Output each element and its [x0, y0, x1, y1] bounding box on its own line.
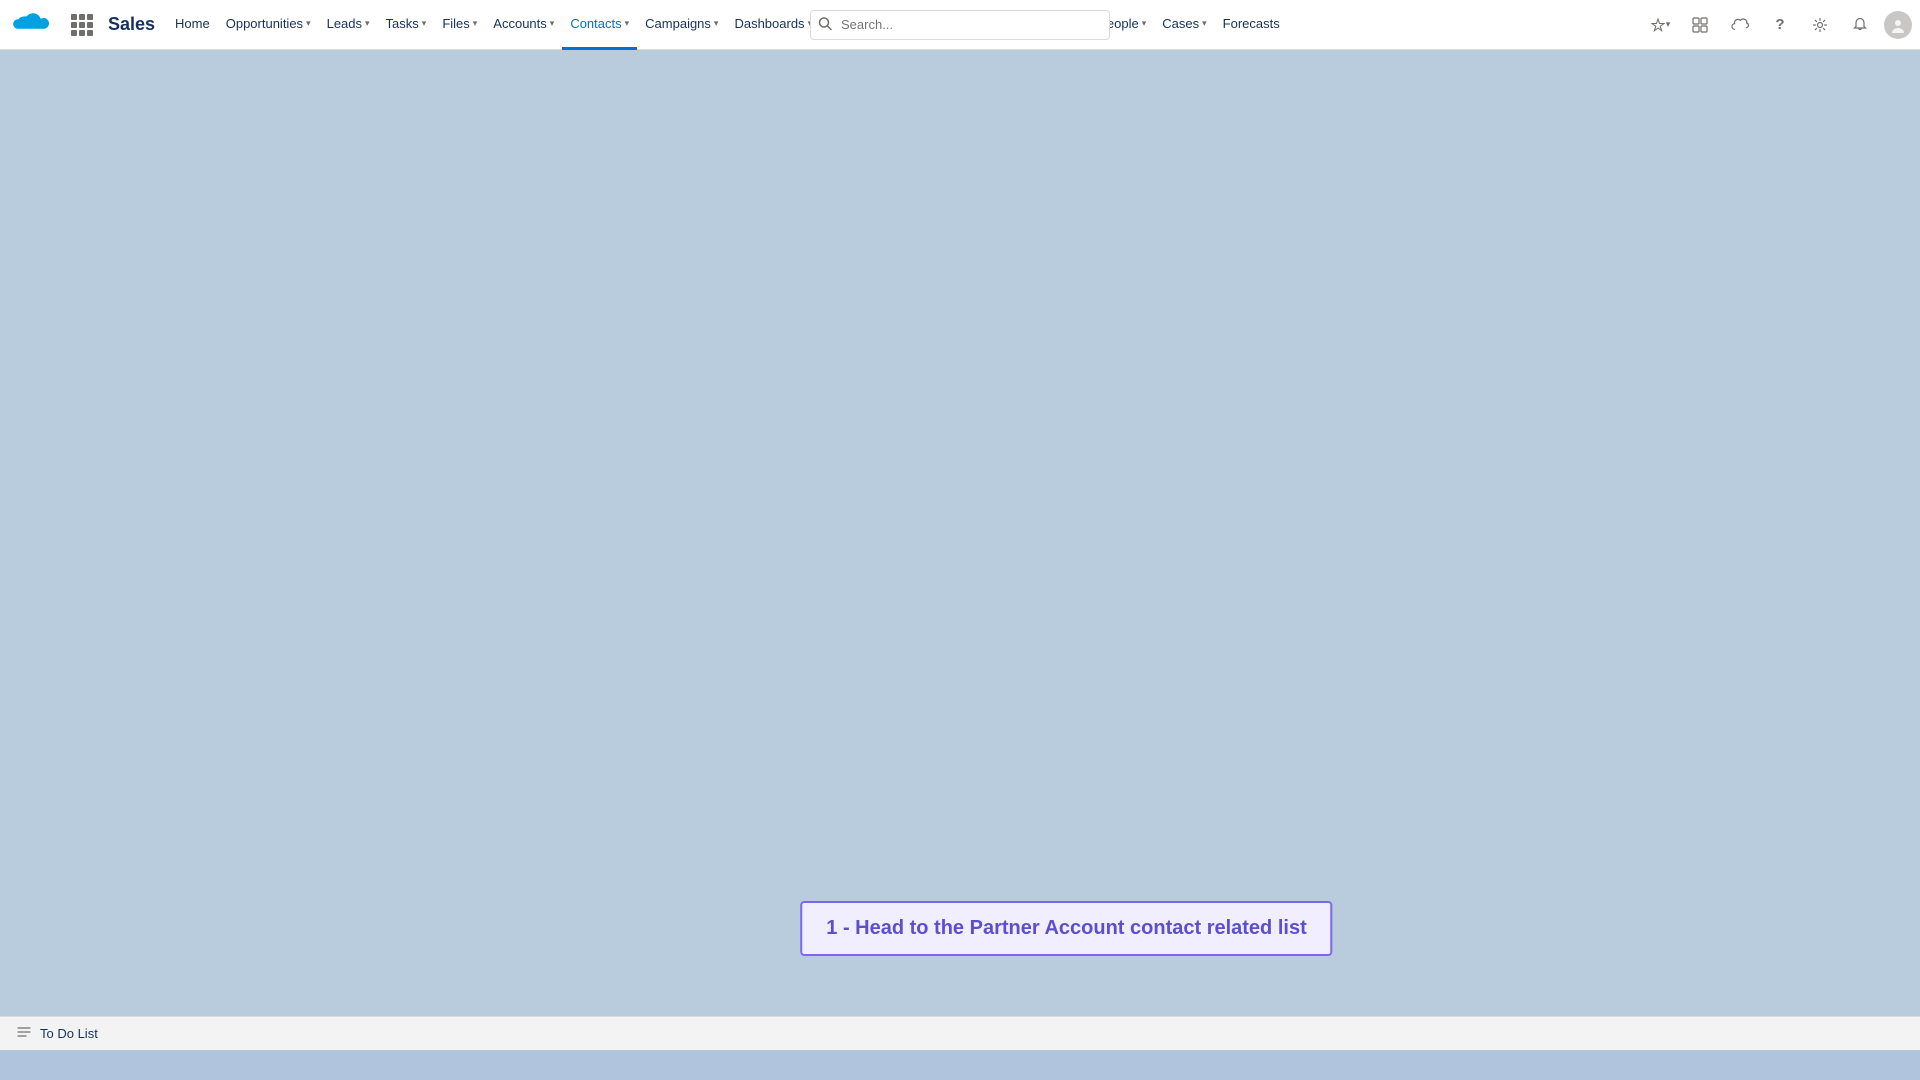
chevron-icon: ▾ — [550, 18, 555, 29]
nav-item-leads[interactable]: Leads ▾ — [319, 0, 378, 50]
nav-right-icons: ▾ ? — [1644, 9, 1920, 41]
nav-item-campaigns[interactable]: Campaigns ▾ — [637, 0, 726, 50]
nav-item-dashboards[interactable]: Dashboards ▾ — [726, 0, 820, 50]
help-button[interactable]: ? — [1764, 9, 1796, 41]
user-avatar[interactable] — [1884, 11, 1912, 39]
search-container — [810, 10, 1110, 40]
chevron-down-icon: ▾ — [625, 18, 630, 29]
notifications-button[interactable] — [1844, 9, 1876, 41]
nav-bar: Sales Home Opportunities ▾ Leads ▾ Tasks… — [0, 0, 1920, 50]
chevron-icon: ▾ — [422, 18, 427, 29]
settings-button[interactable] — [1804, 9, 1836, 41]
nav-item-accounts[interactable]: Accounts ▾ — [485, 0, 562, 50]
chevron-icon: ▾ — [714, 18, 719, 29]
favorites-button[interactable]: ▾ — [1644, 9, 1676, 41]
nav-item-forecasts[interactable]: Forecasts — [1215, 0, 1288, 50]
nav-item-tasks[interactable]: Tasks ▾ — [378, 0, 435, 50]
todo-label[interactable]: To Do List — [40, 1026, 98, 1041]
nav-item-home[interactable]: Home — [167, 0, 218, 50]
search-icon — [818, 16, 832, 33]
nav-item-files[interactable]: Files ▾ — [434, 0, 485, 50]
salesforce-logo[interactable] — [0, 0, 60, 50]
chevron-icon: ▾ — [1142, 18, 1147, 29]
main-content: 1 - Head to the Partner Account contact … — [0, 50, 1920, 1016]
chevron-icon: ▾ — [306, 18, 311, 29]
nav-item-opportunities[interactable]: Opportunities ▾ — [218, 0, 319, 50]
chevron-icon: ▾ — [473, 18, 478, 29]
app-launcher-button[interactable] — [60, 0, 104, 50]
app-name: Sales — [104, 14, 167, 35]
annotation-text: 1 - Head to the Partner Account contact … — [826, 917, 1306, 939]
chevron-icon: ▾ — [365, 18, 370, 29]
todo-icon — [16, 1024, 32, 1043]
nav-item-cases[interactable]: Cases ▾ — [1154, 0, 1214, 50]
app-launcher-icon — [71, 14, 93, 36]
annotation-box: 1 - Head to the Partner Account contact … — [800, 901, 1332, 956]
cloud-icon-button[interactable] — [1724, 9, 1756, 41]
chevron-icon: ▾ — [1202, 18, 1207, 29]
setup-button[interactable] — [1684, 9, 1716, 41]
nav-item-contacts[interactable]: Contacts ▾ — [562, 0, 637, 50]
bottom-bar: To Do List — [0, 1016, 1920, 1050]
search-input[interactable] — [810, 10, 1110, 40]
